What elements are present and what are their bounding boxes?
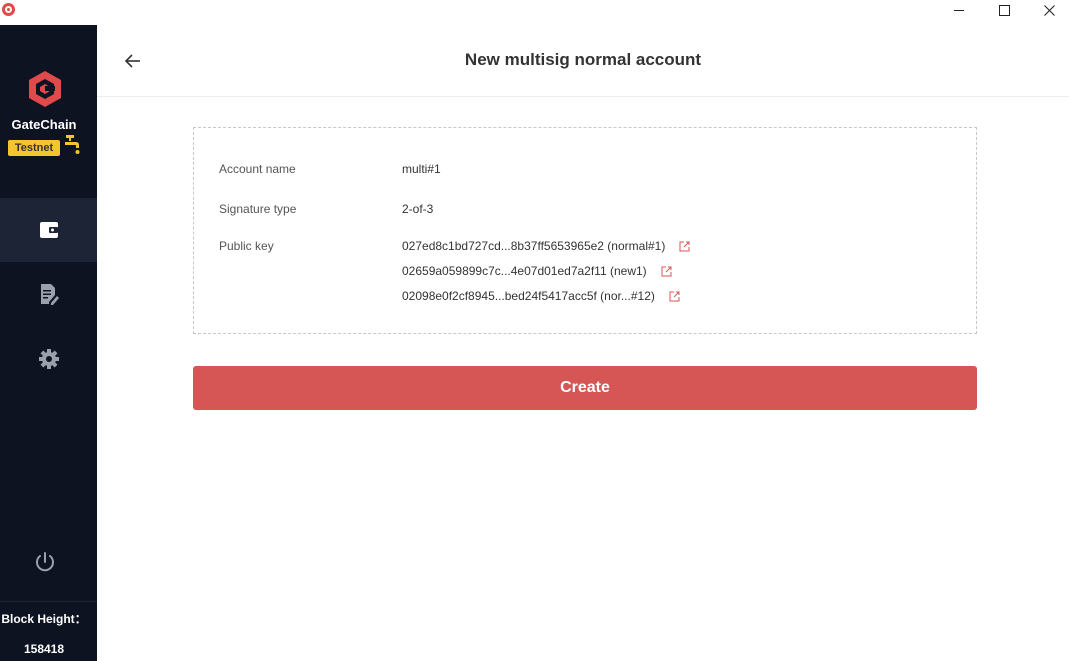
minimize-button[interactable] xyxy=(936,0,982,20)
block-height-label: Block Height： xyxy=(1,612,87,626)
nav-wallet[interactable] xyxy=(0,198,97,262)
faucet-icon[interactable] xyxy=(64,135,82,157)
header-divider xyxy=(97,96,1069,97)
brand-name: GateChain xyxy=(11,117,77,132)
network-badge: Testnet xyxy=(8,140,60,156)
public-key-value: 02098e0f2cf8945...bed24f5417acc5f (nor..… xyxy=(402,289,655,303)
external-link-icon[interactable] xyxy=(679,241,690,252)
public-key-label: Public key xyxy=(219,239,274,253)
account-details-card: Account name multi#1 Signature type 2-of… xyxy=(193,127,977,334)
sidebar: GateChain Testnet Block Height： 158418 xyxy=(0,25,97,661)
signature-type-value: 2-of-3 xyxy=(402,202,434,216)
gear-icon xyxy=(38,349,59,369)
title-bar xyxy=(0,0,1069,25)
close-icon xyxy=(1043,4,1055,16)
minimize-icon xyxy=(953,9,964,11)
public-key-value: 027ed8c1bd727cd...8b37ff5653965e2 (norma… xyxy=(402,239,666,253)
nav-transactions[interactable] xyxy=(0,262,97,326)
close-button[interactable] xyxy=(1026,0,1069,20)
public-key-value: 02659a059899c7c...4e07d01ed7a2f11 (new1) xyxy=(402,264,647,278)
page-title: New multisig normal account xyxy=(464,50,702,69)
public-key-row: 027ed8c1bd727cd...8b37ff5653965e2 (norma… xyxy=(402,239,690,253)
account-name-value: multi#1 xyxy=(402,162,441,176)
gatechain-logo-icon xyxy=(29,71,61,107)
nav-settings[interactable] xyxy=(0,327,97,391)
wallet-icon xyxy=(39,222,58,238)
maximize-icon xyxy=(998,4,1010,16)
maximize-button[interactable] xyxy=(981,0,1027,20)
public-key-row: 02659a059899c7c...4e07d01ed7a2f11 (new1) xyxy=(402,264,672,278)
block-height-value: 158418 xyxy=(23,642,65,656)
external-link-icon[interactable] xyxy=(661,266,672,277)
account-name-label: Account name xyxy=(219,162,296,176)
app-logo-icon xyxy=(2,3,15,16)
signature-type-label: Signature type xyxy=(219,202,297,216)
external-link-icon[interactable] xyxy=(669,291,680,302)
create-button[interactable]: Create xyxy=(193,366,977,410)
sidebar-divider xyxy=(0,601,97,602)
public-key-row: 02098e0f2cf8945...bed24f5417acc5f (nor..… xyxy=(402,289,680,303)
power-icon[interactable] xyxy=(33,550,57,574)
document-edit-icon xyxy=(40,284,59,305)
